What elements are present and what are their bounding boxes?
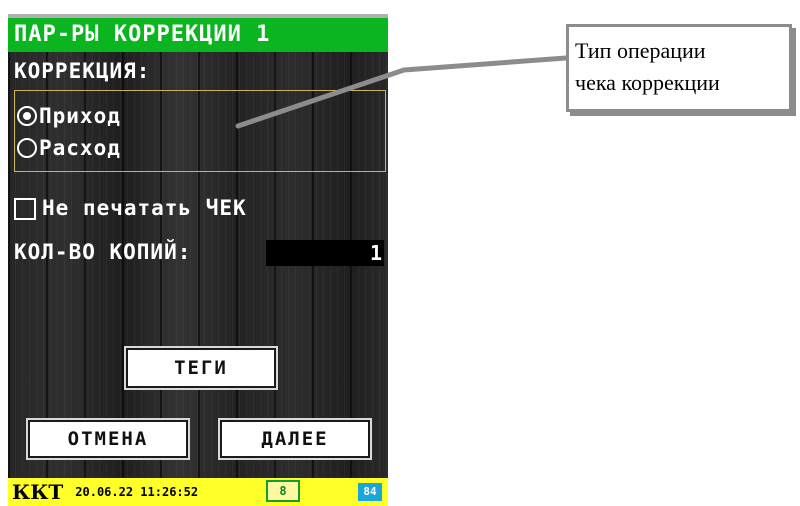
callout-box: Тип операции чека коррекции (566, 24, 792, 112)
callout-line-1: Тип операции (575, 38, 706, 63)
callout-line-2: чека коррекции (575, 70, 720, 95)
